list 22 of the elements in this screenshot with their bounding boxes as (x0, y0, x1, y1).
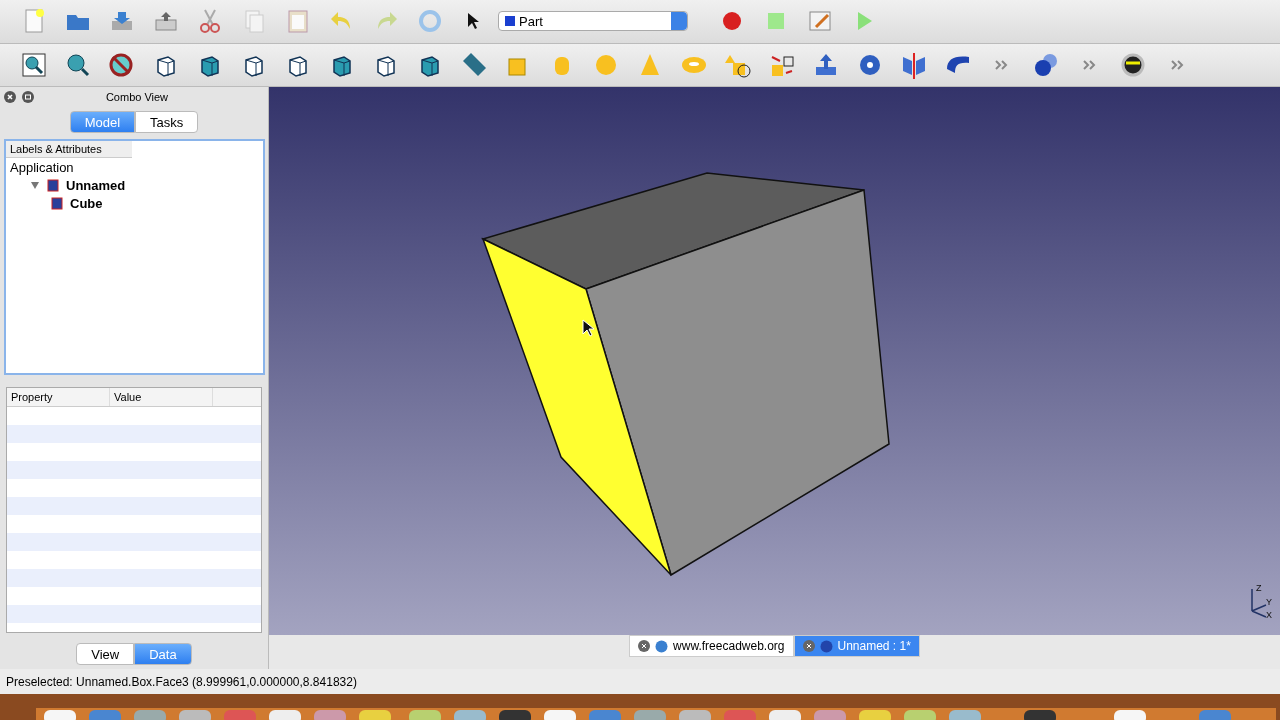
close-icon[interactable] (4, 91, 16, 104)
panel-title: Combo View (104, 91, 170, 104)
tab[interactable]: Tasks (135, 111, 199, 134)
expand-arrow-icon[interactable] (30, 180, 40, 191)
tree-item[interactable]: Cube (70, 195, 103, 211)
status-bar: Preselected: Unnamed.Box.Face3 (8.999961,0.000000,8.841832) (0, 669, 1280, 695)
column-header: Labels & Attributes (6, 141, 132, 159)
undock-icon[interactable] (22, 91, 34, 104)
workbench-label: Part (519, 13, 543, 29)
document-tab[interactable]: www.freecadweb.org (629, 635, 794, 658)
3d-viewport[interactable]: Z Y X (269, 87, 1280, 636)
workbench-dropdown[interactable]: Part (498, 11, 688, 32)
cursor-icon (582, 319, 594, 338)
close-icon[interactable] (802, 640, 815, 653)
column-header: Property (7, 388, 110, 407)
axis-gizmo: Z Y X (1244, 583, 1274, 620)
tree-item[interactable]: Application (10, 159, 74, 175)
document-tab[interactable]: Unnamed : 1* (793, 635, 920, 658)
column-header: Value (110, 388, 213, 407)
tree-item[interactable]: Unnamed (66, 177, 126, 193)
tab[interactable]: View (76, 643, 135, 666)
close-icon[interactable] (638, 640, 651, 653)
